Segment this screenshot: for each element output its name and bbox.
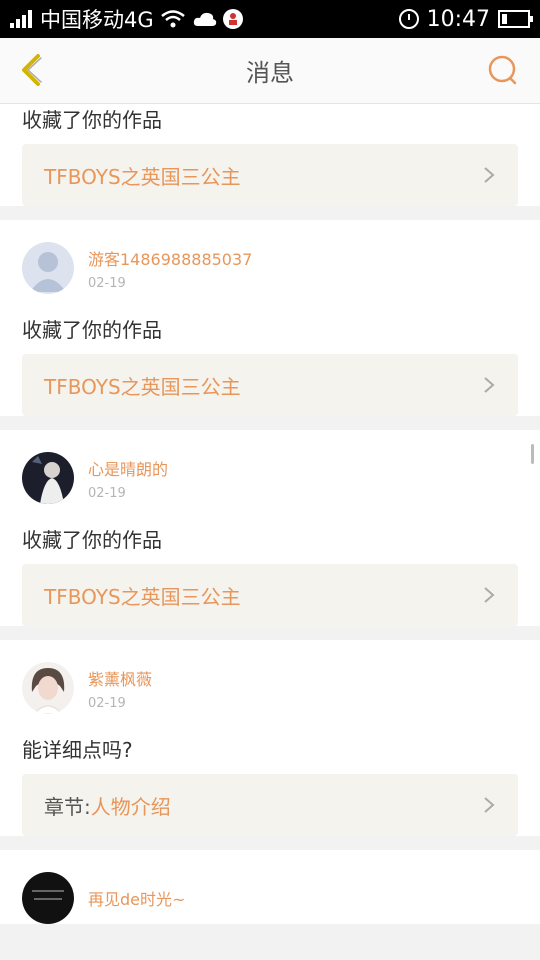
- message-date: 02-19: [88, 275, 126, 291]
- work-link[interactable]: TFBOYS之英国三公主: [22, 354, 518, 416]
- search-button[interactable]: [486, 54, 520, 88]
- message-list[interactable]: 收藏了你的作品 TFBOYS之英国三公主 游客1486988885037 02-…: [0, 104, 540, 960]
- back-button[interactable]: [14, 50, 54, 90]
- alarm-icon: [398, 9, 419, 29]
- status-bar: 中国移动4G 10:47: [0, 0, 540, 38]
- user-name[interactable]: 再见de时光~: [88, 886, 185, 910]
- user-name[interactable]: 紫薰枫薇: [88, 666, 152, 690]
- avatar[interactable]: [22, 662, 74, 714]
- work-title: TFBOYS之英国三公主: [44, 374, 241, 399]
- carrier-label: 中国移动4G: [40, 8, 154, 32]
- avatar[interactable]: [22, 452, 74, 504]
- chevron-right-icon: [484, 587, 495, 603]
- message-card: 收藏了你的作品 TFBOYS之英国三公主: [0, 104, 540, 206]
- work-title: TFBOYS之英国三公主: [44, 164, 241, 189]
- scrollbar[interactable]: [531, 444, 534, 464]
- user-name[interactable]: 游客1486988885037: [88, 246, 252, 270]
- back-arrow-icon: [22, 54, 40, 86]
- message-date: 02-19: [88, 695, 126, 711]
- chevron-right-icon: [484, 167, 495, 183]
- chevron-right-icon: [484, 377, 495, 393]
- work-link[interactable]: TFBOYS之英国三公主: [22, 564, 518, 626]
- message-card: 游客1486988885037 02-19 收藏了你的作品 TFBOYS之英国三…: [0, 220, 540, 416]
- chapter-label: 章节:: [44, 794, 91, 819]
- chapter-link[interactable]: 章节: 人物介绍: [22, 774, 518, 836]
- battery-icon: [498, 10, 533, 28]
- page-title: 消息: [246, 59, 294, 87]
- message-text: 收藏了你的作品: [22, 108, 162, 132]
- message-card: 再见de时光~: [0, 850, 540, 924]
- avatar[interactable]: [22, 872, 74, 924]
- message-text: 能详细点吗?: [22, 738, 133, 762]
- chevron-right-icon: [484, 797, 495, 813]
- app-notification-icon: [222, 9, 243, 29]
- message-text: 收藏了你的作品: [22, 528, 162, 552]
- chapter-title: 人物介绍: [90, 794, 171, 819]
- message-text: 收藏了你的作品: [22, 318, 162, 342]
- wifi-icon: [160, 10, 185, 28]
- status-time: 10:47: [426, 6, 490, 32]
- work-title: TFBOYS之英国三公主: [44, 584, 241, 609]
- cloud-icon: [193, 12, 216, 26]
- signal-icon: [10, 10, 32, 28]
- work-link[interactable]: TFBOYS之英国三公主: [22, 144, 518, 206]
- message-card: 心是晴朗的 02-19 收藏了你的作品 TFBOYS之英国三公主: [0, 430, 540, 626]
- nav-bar: 消息: [0, 38, 540, 104]
- message-card: 紫薰枫薇 02-19 能详细点吗? 章节: 人物介绍: [0, 640, 540, 836]
- avatar[interactable]: [22, 242, 74, 294]
- message-date: 02-19: [88, 485, 126, 501]
- user-name[interactable]: 心是晴朗的: [88, 456, 168, 480]
